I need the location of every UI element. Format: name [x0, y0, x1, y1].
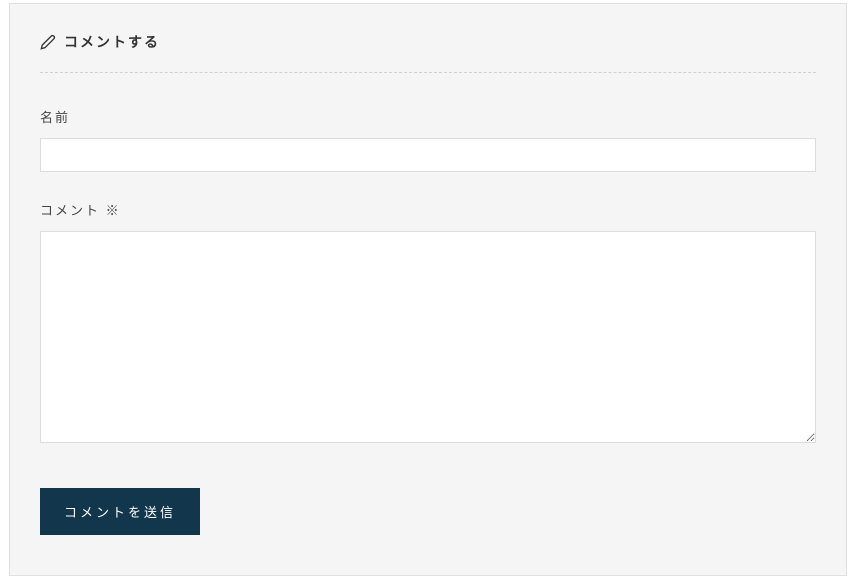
form-heading: コメントする — [64, 32, 160, 52]
name-input[interactable] — [40, 138, 816, 172]
form-heading-row: コメントする — [40, 32, 816, 73]
submit-button[interactable]: コメントを送信 — [40, 488, 200, 535]
comment-textarea[interactable] — [40, 231, 816, 443]
comment-label: コメント ※ — [40, 200, 816, 219]
comment-form-panel: コメントする 名前 コメント ※ コメントを送信 — [9, 3, 847, 576]
comment-field-group: コメント ※ — [40, 200, 816, 448]
pencil-icon — [40, 34, 56, 50]
page-container: コメントする 名前 コメント ※ コメントを送信 — [0, 0, 856, 585]
name-field-group: 名前 — [40, 107, 816, 172]
name-label: 名前 — [40, 107, 816, 126]
